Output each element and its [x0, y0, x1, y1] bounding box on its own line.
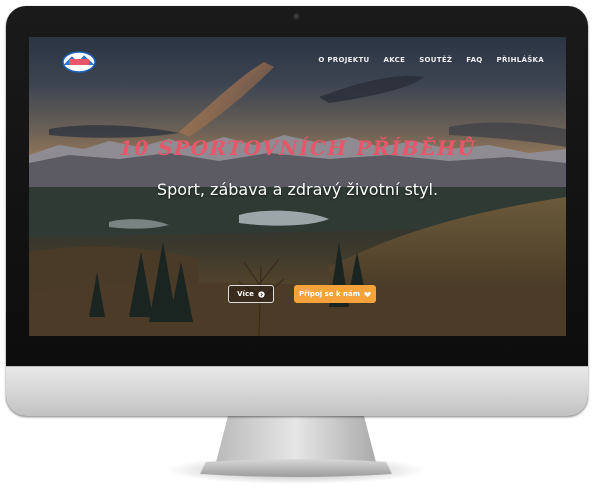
nav-item-faq[interactable]: FAQ — [466, 56, 482, 64]
camera-icon — [293, 13, 301, 21]
hero-title: 10 SPORTOVNÍCH PŘÍBĚHŮ — [118, 136, 477, 160]
website-screen: O PROJEKTU AKCE SOUTĚŽ FAQ PŘIHLÁŠKA 10 … — [29, 37, 566, 336]
main-nav: O PROJEKTU AKCE SOUTĚŽ FAQ PŘIHLÁŠKA — [318, 56, 544, 64]
nav-item-soutez[interactable]: SOUTĚŽ — [419, 56, 452, 64]
more-button[interactable]: Více — [228, 285, 274, 303]
nav-item-o-projektu[interactable]: O PROJEKTU — [318, 56, 369, 64]
monitor-chin — [6, 366, 588, 416]
nav-item-akce[interactable]: AKCE — [384, 56, 406, 64]
join-button[interactable]: Připoj se k nám — [294, 285, 376, 303]
monitor-frame: O PROJEKTU AKCE SOUTĚŽ FAQ PŘIHLÁŠKA 10 … — [6, 6, 588, 416]
join-button-label: Připoj se k nám — [298, 290, 361, 298]
more-button-label: Více — [237, 290, 254, 298]
hero-subtitle: Sport, zábava a zdravý životní styl. — [156, 180, 439, 199]
heart-icon — [364, 291, 371, 297]
circle-arrow-icon — [258, 290, 265, 298]
nav-item-prihlaska[interactable]: PŘIHLÁŠKA — [497, 56, 544, 64]
logo-badge[interactable] — [60, 49, 98, 75]
